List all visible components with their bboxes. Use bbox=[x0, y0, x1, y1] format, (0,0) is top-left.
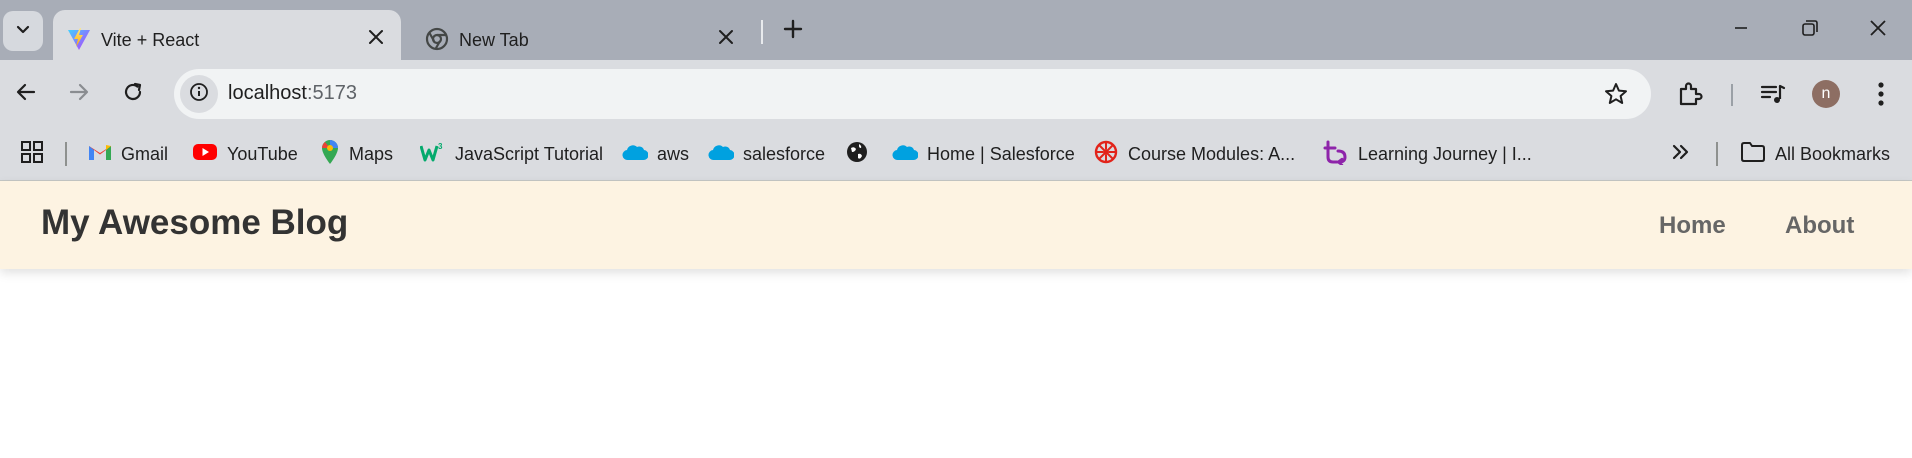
apps-grid-icon bbox=[20, 140, 44, 169]
vite-icon bbox=[67, 27, 91, 51]
all-bookmarks-label: All Bookmarks bbox=[1775, 143, 1891, 164]
bookmark-javascript-tutorial[interactable]: 3 JavaScript Tutorial bbox=[419, 138, 604, 170]
url-host: localhost bbox=[228, 82, 307, 104]
all-bookmarks-button[interactable]: All Bookmarks bbox=[1740, 138, 1890, 170]
toolbar-separator bbox=[1731, 84, 1733, 106]
bookmark-label: Maps bbox=[349, 143, 394, 164]
restore-icon bbox=[1801, 19, 1819, 42]
arrow-right-icon bbox=[67, 80, 91, 109]
bookmark-label: YouTube bbox=[227, 143, 298, 164]
browser-toolbar: localhost:5173 n bbox=[0, 60, 1912, 128]
site-header: My Awesome Blog Home About bbox=[0, 181, 1912, 269]
bookmark-label: Course Modules: A... bbox=[1128, 143, 1296, 164]
url-port: :5173 bbox=[306, 82, 357, 104]
bookmark-separator bbox=[1716, 142, 1718, 166]
bookmark-aws[interactable]: aws bbox=[622, 138, 689, 170]
url-text[interactable]: localhost:5173 bbox=[228, 82, 357, 105]
minimize-button[interactable] bbox=[1713, 10, 1769, 50]
bookmark-salesforce[interactable]: salesforce bbox=[708, 138, 825, 170]
maps-icon bbox=[320, 139, 340, 170]
reload-icon bbox=[121, 80, 145, 109]
site-info-button[interactable] bbox=[180, 75, 218, 113]
nav-link-about[interactable]: About bbox=[1785, 212, 1854, 240]
w3schools-icon: 3 bbox=[419, 141, 446, 168]
close-tab-icon[interactable] bbox=[715, 26, 737, 48]
close-window-button[interactable] bbox=[1850, 10, 1906, 50]
bookmark-label: Home | Salesforce bbox=[927, 143, 1075, 164]
tab-new-tab[interactable]: New Tab bbox=[411, 10, 751, 60]
new-tab-button[interactable] bbox=[776, 14, 810, 48]
site-title[interactable]: My Awesome Blog bbox=[41, 203, 348, 243]
bookmark-learning-journey[interactable]: Learning Journey | I... bbox=[1323, 138, 1532, 170]
tab-title: New Tab bbox=[459, 30, 529, 50]
bookmarks-bar: Gmail YouTube Maps 3 JavaScript Tutorial… bbox=[0, 128, 1912, 181]
salesforce-cloud-icon bbox=[622, 143, 649, 166]
bookmark-label: Gmail bbox=[121, 143, 169, 164]
bookmark-label: salesforce bbox=[743, 143, 826, 164]
bookmark-gmail[interactable]: Gmail bbox=[88, 138, 168, 170]
salesforce-cloud-icon bbox=[892, 143, 919, 166]
nav-link-home[interactable]: Home bbox=[1659, 212, 1726, 240]
tab-strip: Vite + React New Tab bbox=[0, 0, 1912, 60]
minimize-icon bbox=[1733, 20, 1749, 41]
bookmark-youtube[interactable]: YouTube bbox=[192, 138, 298, 170]
apps-button[interactable] bbox=[20, 138, 44, 170]
profile-avatar[interactable]: n bbox=[1812, 80, 1840, 108]
address-bar[interactable]: localhost:5173 bbox=[174, 69, 1651, 119]
chevron-double-right-icon bbox=[1670, 142, 1690, 167]
bookmark-label: aws bbox=[657, 143, 690, 164]
learning-icon bbox=[1323, 139, 1349, 170]
bookmark-home-salesforce[interactable]: Home | Salesforce bbox=[892, 138, 1075, 170]
course-icon bbox=[1093, 139, 1119, 170]
svg-text:3: 3 bbox=[438, 142, 443, 151]
bookmark-star-icon[interactable] bbox=[1603, 81, 1629, 107]
tab-vite-react[interactable]: Vite + React bbox=[53, 10, 401, 60]
folder-icon bbox=[1740, 141, 1766, 168]
info-icon bbox=[189, 82, 209, 107]
plus-icon bbox=[783, 19, 803, 44]
bookmark-maps[interactable]: Maps bbox=[320, 138, 393, 170]
arrow-left-icon bbox=[14, 80, 38, 109]
forward-button[interactable] bbox=[59, 74, 99, 114]
extensions-icon[interactable] bbox=[1674, 78, 1706, 110]
bookmark-label: Learning Journey | I... bbox=[1358, 143, 1532, 164]
bookmark-globe[interactable] bbox=[845, 138, 869, 170]
more-menu-icon[interactable] bbox=[1865, 78, 1897, 110]
globe-icon bbox=[845, 140, 869, 169]
close-tab-icon[interactable] bbox=[365, 26, 387, 48]
tab-separator bbox=[761, 20, 763, 44]
back-button[interactable] bbox=[6, 74, 46, 114]
youtube-icon bbox=[192, 142, 218, 167]
reload-button[interactable] bbox=[113, 74, 153, 114]
gmail-icon bbox=[88, 142, 112, 167]
restore-button[interactable] bbox=[1782, 10, 1838, 50]
bookmark-course-modules[interactable]: Course Modules: A... bbox=[1093, 138, 1295, 170]
media-control-icon[interactable] bbox=[1757, 78, 1789, 110]
close-icon bbox=[1869, 19, 1887, 42]
chrome-icon bbox=[425, 27, 449, 51]
tab-title: Vite + React bbox=[101, 30, 200, 50]
salesforce-cloud-icon bbox=[708, 143, 735, 166]
chevron-down-icon bbox=[14, 20, 32, 43]
bookmark-separator bbox=[65, 142, 67, 166]
tab-search-button[interactable] bbox=[3, 11, 43, 51]
bookmark-label: JavaScript Tutorial bbox=[455, 143, 604, 164]
more-bookmarks-button[interactable] bbox=[1670, 138, 1690, 170]
